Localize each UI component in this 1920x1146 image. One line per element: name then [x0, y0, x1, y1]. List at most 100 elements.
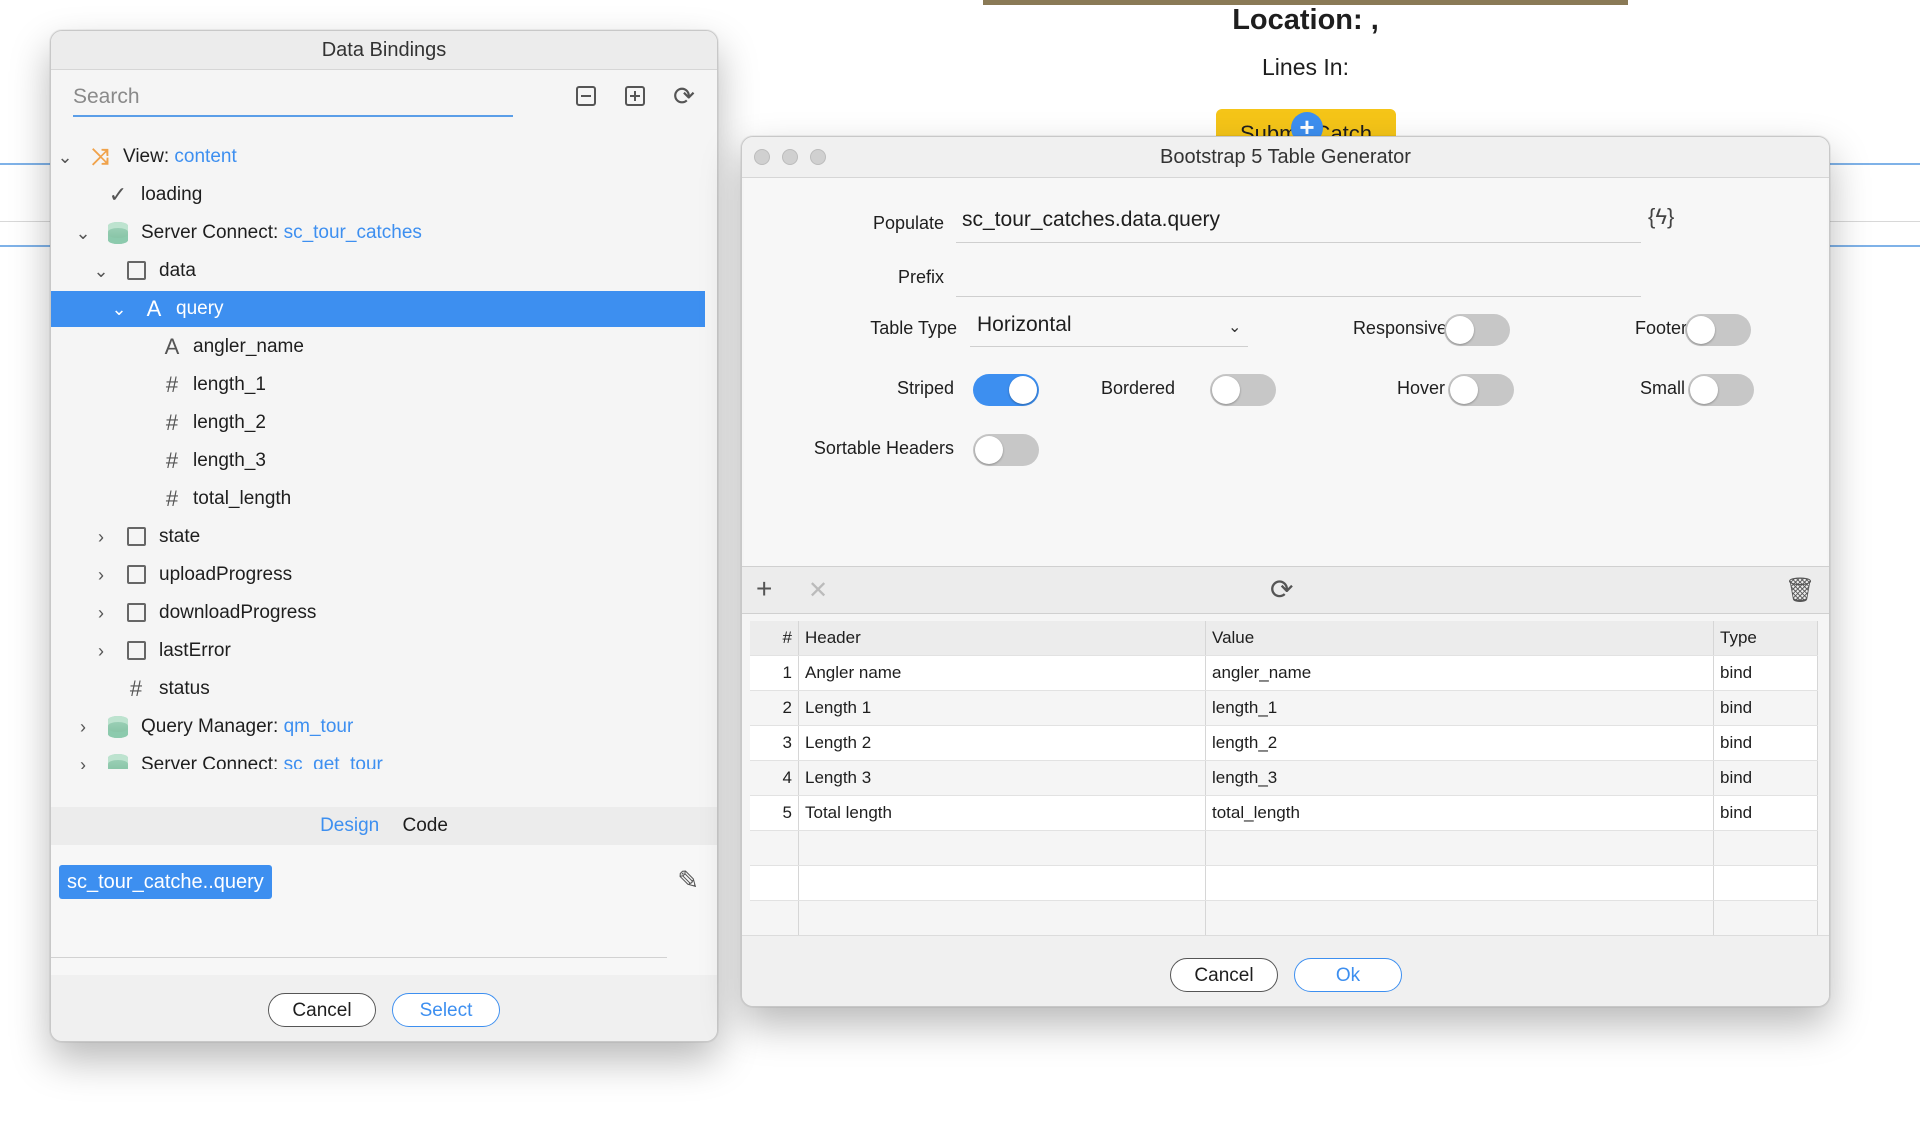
footer-toggle[interactable] — [1685, 314, 1751, 346]
editor-tabs: Design Code — [51, 807, 717, 845]
table-row-empty[interactable] — [750, 830, 1818, 866]
tree-item-last-error[interactable]: › lastError — [51, 633, 711, 669]
tree-item-angler-name[interactable]: A angler_name — [51, 329, 711, 365]
tree-label: lastError — [159, 640, 231, 661]
cell-header[interactable]: Length 2 — [798, 725, 1206, 761]
expression-editor[interactable]: sc_tour_catche..query ✎ — [51, 845, 717, 975]
table-row[interactable]: 3 Length 2 length_2 bind — [750, 725, 1818, 761]
column-header-value: Value — [1205, 621, 1714, 656]
tree-item-data[interactable]: ⌄ data — [51, 253, 711, 289]
table-row[interactable]: 4 Length 3 length_3 bind — [750, 760, 1818, 796]
cell-value[interactable]: angler_name — [1205, 655, 1714, 691]
tree-item-server-connect[interactable]: ⌄ Server Connect: sc_tour_catches — [51, 215, 711, 251]
minimize-icon[interactable] — [782, 149, 798, 165]
cell-type[interactable]: bind — [1713, 725, 1818, 761]
chevron-down-icon[interactable]: ⌄ — [55, 139, 75, 175]
table-generator-dialog: Bootstrap 5 Table Generator Populate sc_… — [741, 136, 1830, 1007]
cancel-button[interactable]: Cancel — [268, 993, 376, 1027]
close-icon[interactable] — [754, 149, 770, 165]
cell-type[interactable]: bind — [1713, 760, 1818, 796]
hash-icon: # — [165, 486, 179, 511]
cube-icon — [123, 253, 149, 291]
chevron-down-icon[interactable]: ⌄ — [91, 253, 111, 289]
tree-item-status[interactable]: # status — [51, 671, 711, 707]
cell-value[interactable]: length_2 — [1205, 725, 1714, 761]
tree-label: status — [159, 678, 210, 699]
expression-chip[interactable]: sc_tour_catche..query — [59, 865, 272, 899]
tree-item-view[interactable]: ⌄ ⤨ View: content — [51, 139, 711, 175]
cell-value[interactable]: length_3 — [1205, 760, 1714, 796]
zoom-icon[interactable] — [810, 149, 826, 165]
cell-type[interactable]: bind — [1713, 690, 1818, 726]
trash-icon[interactable]: 🗑 — [1785, 576, 1815, 605]
cell-num: 3 — [750, 725, 799, 761]
table-type-select[interactable]: Horizontal — [977, 313, 1072, 337]
cell-num: 4 — [750, 760, 799, 796]
tree-accent: sc_get_tour — [283, 754, 383, 769]
chevron-right-icon[interactable]: › — [91, 519, 111, 555]
database-icon — [105, 215, 131, 255]
select-button[interactable]: Select — [392, 993, 500, 1027]
chevron-right-icon[interactable]: › — [91, 633, 111, 669]
tree-item-query[interactable]: ⌄ A query — [51, 291, 705, 327]
table-row-empty[interactable] — [750, 865, 1818, 901]
tree-label: loading — [141, 184, 203, 205]
bolt-icon[interactable]: {ϟ} — [1648, 204, 1674, 230]
tree-item-length-3[interactable]: # length_3 — [51, 443, 711, 479]
tab-code[interactable]: Code — [403, 815, 448, 836]
tree-item-total-length[interactable]: # total_length — [51, 481, 711, 517]
tree-label: query — [176, 298, 224, 319]
tree-item-download-progress[interactable]: › downloadProgress — [51, 595, 711, 631]
small-toggle[interactable] — [1688, 374, 1754, 406]
data-bindings-dialog: Data Bindings ⟳ ⌄ ⤨ View: content ✓ load… — [50, 30, 718, 1042]
table-row-empty[interactable] — [750, 900, 1818, 936]
tab-design[interactable]: Design — [320, 815, 379, 836]
chevron-right-icon[interactable]: › — [91, 557, 111, 593]
sortable-headers-toggle[interactable] — [973, 434, 1039, 466]
tree-label: uploadProgress — [159, 564, 293, 585]
chevron-down-icon[interactable]: ⌄ — [73, 215, 93, 251]
chevron-right-icon[interactable]: › — [73, 747, 93, 769]
tree-item-server-connect-2[interactable]: › Server Connect: sc_get_tour — [51, 747, 711, 769]
cell-type[interactable]: bind — [1713, 655, 1818, 691]
ok-button[interactable]: Ok — [1294, 958, 1402, 992]
cell-value[interactable]: length_1 — [1205, 690, 1714, 726]
divider — [956, 242, 1641, 243]
hover-label: Hover — [1396, 378, 1445, 398]
refresh-icon[interactable]: ⟳ — [1270, 573, 1293, 606]
column-header-header: Header — [798, 621, 1206, 656]
table-row[interactable]: 2 Length 1 length_1 bind — [750, 690, 1818, 726]
small-label: Small — [1639, 378, 1685, 398]
chevron-right-icon[interactable]: › — [91, 595, 111, 631]
cell-header[interactable]: Length 1 — [798, 690, 1206, 726]
cell-value[interactable]: total_length — [1205, 795, 1714, 831]
table-header-row: # Header Value Type — [750, 621, 1818, 656]
remove-icon[interactable]: ✕ — [808, 576, 828, 605]
populate-field[interactable]: sc_tour_catches.data.query — [962, 208, 1220, 232]
tree-item-length-1[interactable]: # length_1 — [51, 367, 711, 403]
location-heading: Location: , — [1232, 4, 1379, 36]
tree-label: angler_name — [193, 336, 304, 357]
populate-label: Populate — [872, 213, 944, 233]
sortable-headers-label: Sortable Headers — [813, 438, 954, 458]
chevron-down-icon[interactable]: ⌄ — [109, 291, 129, 327]
cell-type[interactable]: bind — [1713, 795, 1818, 831]
chevron-right-icon[interactable]: › — [73, 709, 93, 745]
cancel-button[interactable]: Cancel — [1170, 958, 1278, 992]
add-icon[interactable]: + — [756, 573, 772, 605]
dialog-footer: Cancel Select — [51, 975, 717, 1041]
tree-item-query-manager[interactable]: › Query Manager: qm_tour — [51, 709, 711, 745]
cell-header[interactable]: Length 3 — [798, 760, 1206, 796]
tree-item-loading[interactable]: ✓ loading — [51, 177, 711, 213]
cell-header[interactable]: Total length — [798, 795, 1206, 831]
column-header-num: # — [750, 621, 799, 656]
cell-header[interactable]: Angler name — [798, 655, 1206, 691]
tree-item-length-2[interactable]: # length_2 — [51, 405, 711, 441]
table-row[interactable]: 1 Angler name angler_name bind — [750, 655, 1818, 691]
cell-num: 2 — [750, 690, 799, 726]
database-icon — [105, 747, 131, 769]
magic-wand-icon[interactable]: ✎ — [677, 865, 699, 896]
tree-item-upload-progress[interactable]: › uploadProgress — [51, 557, 711, 593]
tree-item-state[interactable]: › state — [51, 519, 711, 555]
table-row[interactable]: 5 Total length total_length bind — [750, 795, 1818, 831]
